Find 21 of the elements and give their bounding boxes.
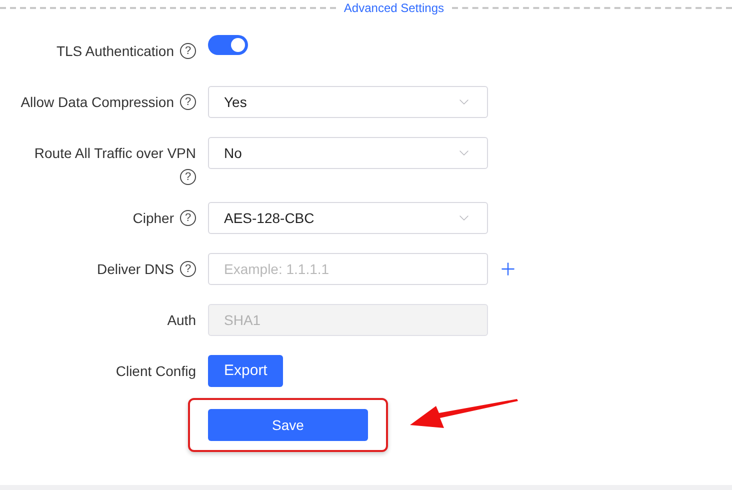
select-field[interactable]: Yes bbox=[208, 86, 488, 118]
export-button[interactable]: Export bbox=[208, 355, 284, 387]
help-icon[interactable]: ? bbox=[180, 169, 196, 185]
input-field[interactable]: Example: 1.1.1.1 bbox=[208, 253, 488, 285]
select-field[interactable]: No bbox=[208, 137, 488, 169]
help-icon[interactable]: ? bbox=[180, 261, 196, 277]
select-field[interactable]: AES-128-CBC bbox=[208, 202, 488, 234]
save-button[interactable]: Save bbox=[208, 409, 368, 441]
help-icon[interactable]: ? bbox=[180, 94, 196, 110]
field-label: Cipher bbox=[132, 208, 174, 228]
help-icon[interactable]: ? bbox=[180, 43, 196, 59]
auth-field: SHA1 bbox=[208, 304, 488, 336]
field-label: Allow Data Compression bbox=[20, 92, 174, 112]
field-label: Auth bbox=[167, 310, 196, 330]
help-icon[interactable]: ? bbox=[180, 210, 196, 226]
field-label: Deliver DNS bbox=[96, 260, 174, 278]
field-label: Client Config bbox=[116, 362, 196, 381]
field-label: TLS Authentication bbox=[56, 42, 174, 60]
field-label: Route All Traffic over VPN bbox=[34, 144, 196, 162]
toggle-switch[interactable] bbox=[208, 35, 248, 55]
section-title: Advanced Settings bbox=[342, 2, 445, 14]
